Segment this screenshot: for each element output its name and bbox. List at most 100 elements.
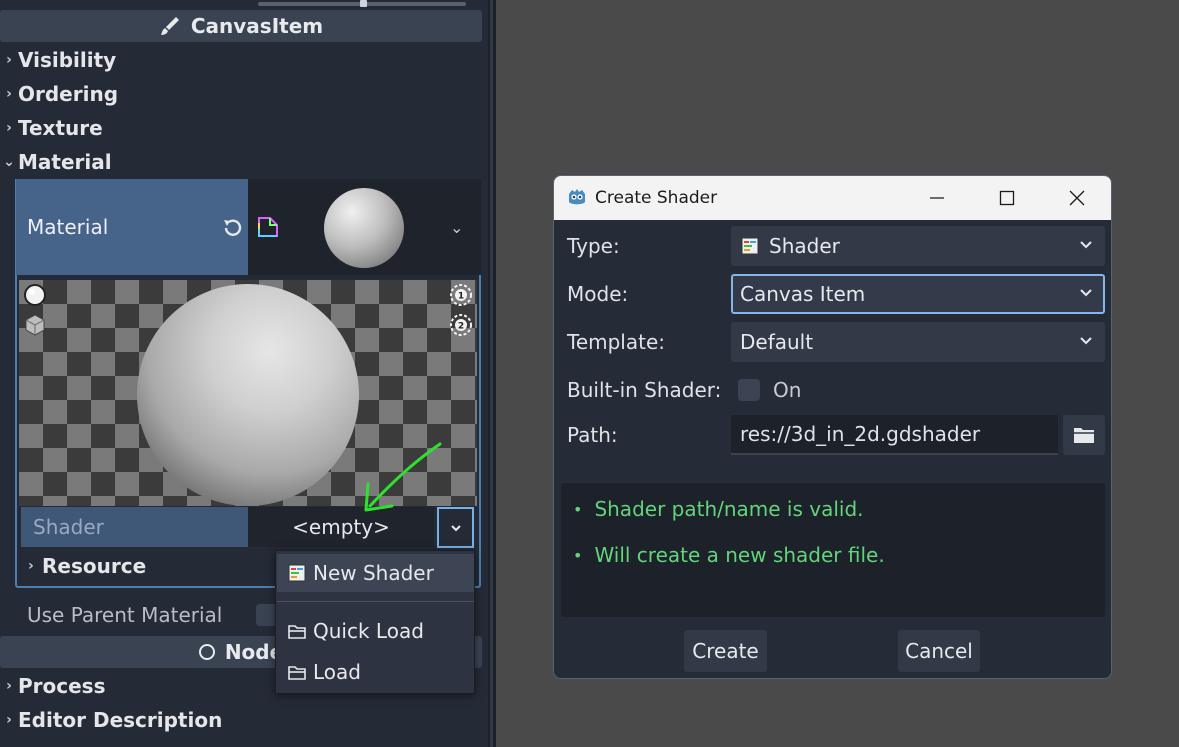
validation-message-box: • Shader path/name is valid. • Will crea… [561, 483, 1105, 617]
green-annotation-arrow [364, 442, 442, 512]
svg-text:1: 1 [458, 292, 464, 302]
create-shader-dialog: Create Shader Type: Shader Mode: Canvas … [553, 175, 1112, 679]
section-resource-label: Resource [42, 554, 147, 578]
use-parent-material-text: Use Parent Material [27, 603, 223, 627]
menu-separator [277, 601, 474, 602]
section-editor-description-label: Editor Description [18, 708, 223, 732]
svg-text:2: 2 [458, 322, 464, 332]
folder-icon [288, 666, 306, 680]
folder-icon [1074, 428, 1094, 443]
path-label: Path: [567, 423, 618, 447]
canvasitem-category-header: CanvasItem [0, 10, 482, 42]
shader-file-icon [288, 564, 306, 582]
godot-logo-icon [569, 189, 585, 205]
browse-path-button[interactable] [1063, 415, 1105, 455]
template-label: Template: [567, 330, 665, 354]
canvas-item-material-icon [258, 217, 278, 237]
section-visibility-label: Visibility [18, 48, 117, 72]
validation-message-text: Shader path/name is valid. [594, 497, 864, 521]
shader-label-text: Shader [33, 515, 104, 539]
template-value: Default [740, 330, 814, 354]
minimize-icon [930, 197, 944, 199]
menu-item-quick-load-label: Quick Load [313, 619, 424, 643]
section-material-label: Material [18, 150, 112, 174]
section-process[interactable]: › Process [0, 669, 106, 703]
section-ordering-label: Ordering [18, 82, 119, 106]
inspector-panel: CanvasItem › Visibility › Ordering › Tex… [0, 0, 488, 747]
close-icon [1069, 190, 1085, 206]
sphere-preview-icon[interactable] [23, 283, 47, 307]
path-value: res://3d_in_2d.gdshader [740, 422, 981, 446]
chevron-down-icon [450, 524, 461, 531]
section-texture[interactable]: › Texture [0, 111, 103, 145]
section-editor-description[interactable]: › Editor Description [0, 703, 222, 737]
close-button[interactable] [1042, 176, 1111, 220]
material-label-text: Material [27, 215, 109, 239]
brush-icon [160, 17, 179, 35]
create-button[interactable]: Create [684, 630, 767, 672]
light-1-toggle-icon[interactable]: 1 [449, 283, 473, 307]
dialog-titlebar[interactable]: Create Shader [554, 176, 1111, 220]
chevron-right-icon: › [6, 52, 12, 68]
chevron-right-icon: › [28, 558, 34, 574]
cancel-button-label: Cancel [905, 639, 973, 663]
dialog-title: Create Shader [595, 188, 718, 208]
section-material[interactable]: ⌄ Material [0, 145, 112, 179]
builtin-shader-checkbox[interactable] [738, 379, 760, 401]
section-texture-label: Texture [18, 116, 103, 140]
path-input[interactable]: res://3d_in_2d.gdshader [731, 415, 1058, 455]
shader-popup-menu: New Shader Quick Load Load [275, 550, 475, 694]
template-dropdown[interactable]: Default [731, 322, 1105, 362]
material-thumbnail [324, 188, 404, 268]
material-property-label[interactable]: Material [16, 179, 248, 275]
chevron-down-icon [1080, 289, 1092, 297]
section-ordering[interactable]: › Ordering [0, 77, 118, 111]
minimize-button[interactable] [902, 176, 972, 220]
menu-item-load[interactable]: Load [277, 653, 474, 691]
type-value: Shader [769, 234, 840, 258]
mode-value: Canvas Item [740, 282, 866, 306]
bullet-icon: • [573, 545, 583, 565]
section-process-label: Process [18, 674, 106, 698]
chevron-right-icon: › [6, 120, 12, 136]
type-label: Type: [567, 234, 620, 258]
node-circle-icon [198, 644, 215, 660]
preview-sphere [137, 284, 359, 506]
bullet-icon: • [573, 499, 583, 519]
chevron-down-icon [1080, 241, 1092, 249]
chevron-down-icon[interactable]: ⌄ [450, 218, 463, 237]
section-visibility[interactable]: › Visibility [0, 43, 116, 77]
shader-file-icon [741, 237, 759, 255]
revert-icon[interactable] [220, 216, 244, 240]
chevron-right-icon: › [6, 86, 12, 102]
builtin-shader-label: Built-in Shader: [567, 378, 722, 402]
chevron-right-icon: › [6, 678, 12, 694]
maximize-icon [999, 190, 1015, 206]
menu-item-quick-load[interactable]: Quick Load [277, 612, 474, 650]
section-resource[interactable]: › Resource [28, 550, 146, 582]
builtin-shader-on-label[interactable]: On [773, 370, 801, 410]
box-preview-icon[interactable] [23, 313, 47, 337]
use-parent-material-label: Use Parent Material [27, 600, 222, 630]
chevron-down-icon: ⌄ [3, 154, 15, 170]
chevron-right-icon: › [6, 712, 12, 728]
light-2-toggle-icon[interactable]: 2 [449, 313, 473, 337]
type-dropdown[interactable]: Shader [731, 226, 1105, 266]
mode-label: Mode: [567, 282, 629, 306]
menu-item-new-shader[interactable]: New Shader [277, 554, 474, 592]
cancel-button[interactable]: Cancel [898, 630, 980, 672]
canvasitem-title: CanvasItem [190, 14, 324, 38]
dialog-body: Type: Shader Mode: Canvas Item Template:… [554, 220, 1111, 678]
scroll-slider-knob[interactable] [360, 0, 367, 7]
panel-splitter[interactable] [488, 0, 496, 747]
validation-message: • Will create a new shader file. [573, 538, 885, 572]
validation-message-text: Will create a new shader file. [594, 543, 885, 567]
shader-property-label[interactable]: Shader [21, 507, 248, 547]
menu-item-load-label: Load [313, 660, 361, 684]
maximize-button[interactable] [972, 176, 1042, 220]
create-button-label: Create [692, 639, 759, 663]
mode-dropdown[interactable]: Canvas Item [731, 274, 1105, 314]
menu-item-new-shader-label: New Shader [313, 561, 434, 585]
folder-icon [288, 625, 306, 639]
validation-message: • Shader path/name is valid. [573, 492, 864, 526]
